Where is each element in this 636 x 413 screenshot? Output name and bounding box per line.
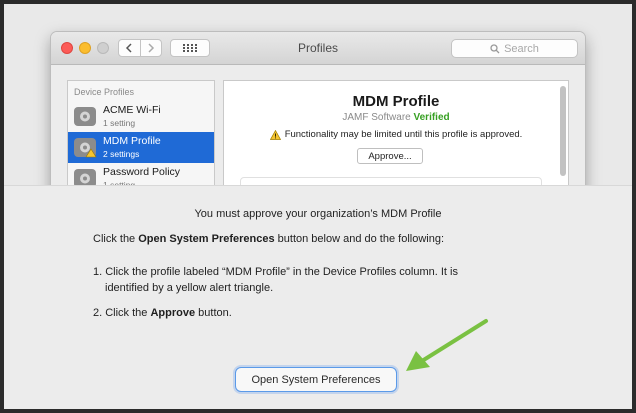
approval-warning: Functionality may be limited until this …	[224, 129, 568, 140]
instruction-bold: Open System Preferences	[138, 233, 275, 245]
vendor-name: JAMF Software	[342, 112, 411, 123]
green-arrow-icon	[406, 319, 488, 371]
step-2: 2. Click the Approve button.	[93, 307, 232, 319]
instruction-suffix: button below and do the following:	[274, 233, 445, 245]
sheet-heading: You must approve your organization’s MDM…	[194, 208, 442, 220]
verified-badge: Verified	[413, 112, 450, 123]
detail-scrollbar[interactable]	[560, 86, 566, 176]
search-input[interactable]: Search	[451, 39, 578, 58]
sidebar-item-label: MDM Profile	[103, 135, 161, 147]
profile-gear-icon	[74, 138, 97, 158]
step-2-bold: Approve	[150, 307, 196, 319]
search-placeholder: Search	[504, 42, 539, 55]
profile-title: MDM Profile	[352, 93, 440, 110]
profile-vendor: JAMF Software Verified	[224, 112, 568, 123]
step-1-line-2: identified by a yellow alert triangle.	[105, 282, 274, 294]
sidebar-item-sublabel: 1 setting	[103, 118, 136, 128]
sidebar-item-label: ACME Wi-Fi	[103, 104, 161, 116]
mdm-approval-sheet: You must approve your organization’s MDM…	[4, 185, 632, 409]
profile-gear-icon	[74, 107, 96, 126]
sidebar-item-mdm-profile[interactable]: MDM Profile 2 settings	[68, 132, 214, 163]
approve-button[interactable]: Approve...	[357, 148, 423, 164]
instruction-text: Click the Open System Preferences button…	[93, 233, 444, 245]
title-bar: Profiles Search	[51, 32, 585, 65]
step-1-line-1: 1. Click the profile labeled “MDM Profil…	[93, 266, 458, 278]
sidebar-item-acme-wifi[interactable]: ACME Wi-Fi 1 setting	[68, 101, 214, 132]
search-icon	[490, 43, 500, 53]
open-system-preferences-button[interactable]: Open System Preferences	[235, 367, 397, 392]
step-2-prefix: 2. Click the	[93, 307, 151, 319]
screenshot-frame: Profiles Search Device Profiles ACME Wi-…	[4, 4, 632, 409]
step-2-suffix: button.	[195, 307, 232, 319]
step-1: 1. Click the profile labeled “MDM Profil…	[93, 264, 513, 296]
sidebar-heading: Device Profiles	[74, 87, 135, 97]
sidebar-item-sublabel: 2 settings	[103, 149, 140, 159]
instruction-prefix: Click the	[93, 233, 139, 245]
warning-text: Functionality may be limited until this …	[284, 129, 523, 140]
warning-triangle-icon	[269, 129, 281, 140]
sidebar-item-label: Password Policy	[103, 166, 181, 178]
